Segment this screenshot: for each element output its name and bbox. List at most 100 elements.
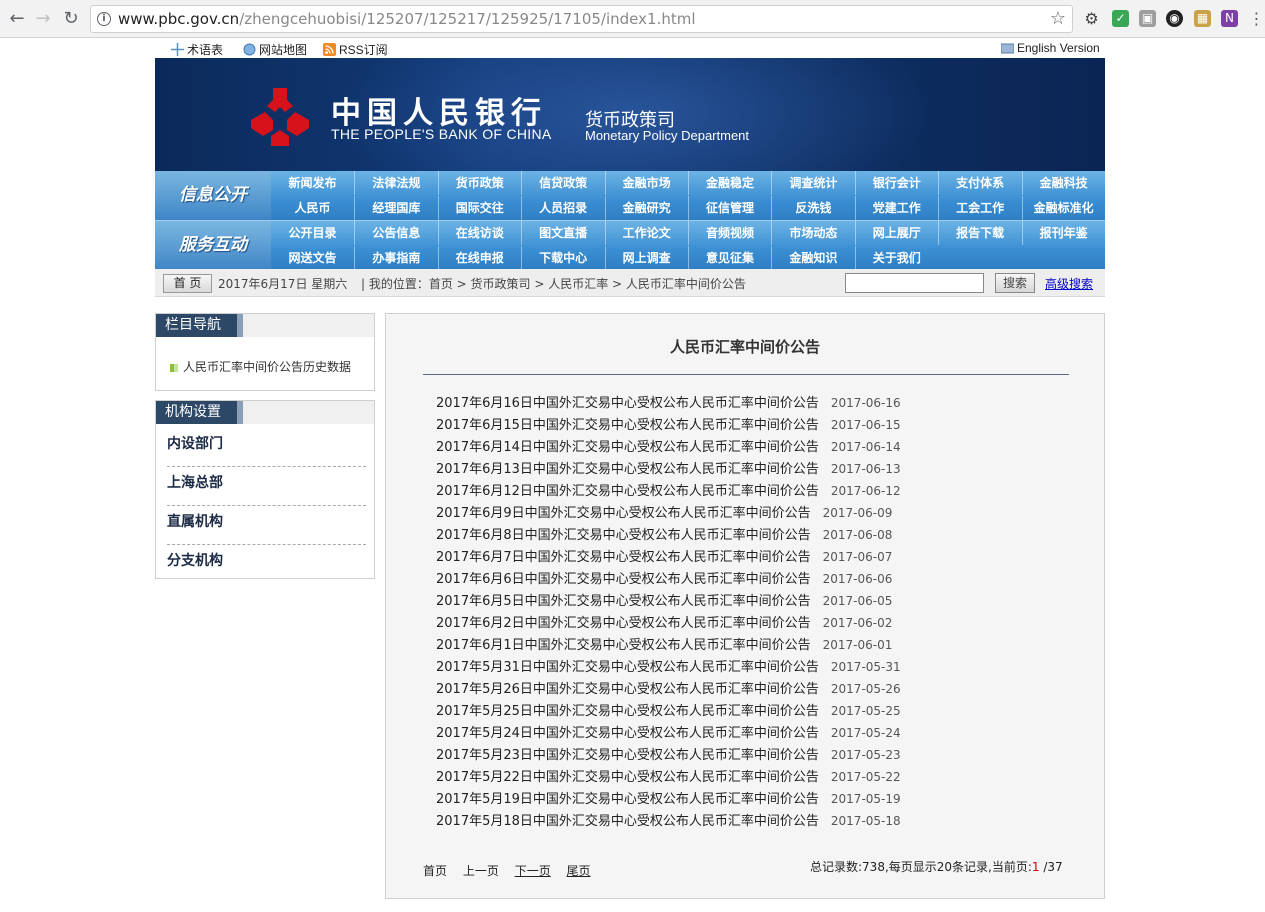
info-menu-item[interactable]: 金融市场: [604, 171, 688, 195]
announcement-row[interactable]: 2017年5月23日中国外汇交易中心受权公布人民币汇率中间价公告 2017-05-…: [436, 744, 901, 766]
announcement-row[interactable]: 2017年5月24日中国外汇交易中心受权公布人民币汇率中间价公告 2017-05-…: [436, 722, 901, 744]
info-menu-item[interactable]: 反洗钱: [771, 196, 854, 220]
announcement-title[interactable]: 2017年6月1日中国外汇交易中心受权公布人民币汇率中间价公告: [436, 638, 811, 653]
service-menu-item[interactable]: 公开目录: [271, 221, 354, 245]
menu-kebab-icon[interactable]: ⋮: [1248, 10, 1265, 27]
next-page-link[interactable]: 下一页: [515, 864, 551, 878]
announcement-row[interactable]: 2017年6月5日中国外汇交易中心受权公布人民币汇率中间价公告 2017-06-0…: [436, 590, 901, 612]
service-menu-item[interactable]: 市场动态: [771, 221, 854, 245]
info-menu-item[interactable]: 工会工作: [938, 196, 1021, 220]
info-menu-item[interactable]: 货币政策: [437, 171, 521, 195]
service-menu-item[interactable]: 意见征集: [688, 246, 771, 270]
announcement-title[interactable]: 2017年6月15日中国外汇交易中心受权公布人民币汇率中间价公告: [436, 418, 819, 433]
announcement-row[interactable]: 2017年6月6日中国外汇交易中心受权公布人民币汇率中间价公告 2017-06-0…: [436, 568, 901, 590]
service-menu-item[interactable]: 报刊年鉴: [1021, 221, 1105, 245]
announcement-row[interactable]: 2017年5月25日中国外汇交易中心受权公布人民币汇率中间价公告 2017-05-…: [436, 700, 901, 722]
announcement-title[interactable]: 2017年5月26日中国外汇交易中心受权公布人民币汇率中间价公告: [436, 682, 819, 697]
onenote-extension-icon[interactable]: N: [1221, 10, 1238, 27]
pbc-logo-icon[interactable]: [247, 86, 313, 148]
first-page-link[interactable]: 首页: [423, 864, 447, 878]
image-extension-icon[interactable]: ▦: [1194, 10, 1211, 27]
service-menu-item[interactable]: 工作论文: [604, 221, 688, 245]
service-menu-item[interactable]: 关于我们: [854, 246, 938, 270]
announcement-row[interactable]: 2017年6月16日中国外汇交易中心受权公布人民币汇率中间价公告 2017-06-…: [436, 392, 901, 414]
announcement-title[interactable]: 2017年6月9日中国外汇交易中心受权公布人民币汇率中间价公告: [436, 506, 811, 521]
announcement-row[interactable]: 2017年6月14日中国外汇交易中心受权公布人民币汇率中间价公告 2017-06-…: [436, 436, 901, 458]
announcement-row[interactable]: 2017年5月19日中国外汇交易中心受权公布人民币汇率中间价公告 2017-05-…: [436, 788, 901, 810]
announcement-title[interactable]: 2017年6月8日中国外汇交易中心受权公布人民币汇率中间价公告: [436, 528, 811, 543]
announcement-row[interactable]: 2017年6月8日中国外汇交易中心受权公布人民币汇率中间价公告 2017-06-0…: [436, 524, 901, 546]
info-menu-item[interactable]: 经理国库: [354, 196, 437, 220]
english-version-link[interactable]: English Version: [1001, 41, 1100, 55]
announcement-row[interactable]: 2017年6月12日中国外汇交易中心受权公布人民币汇率中间价公告 2017-06-…: [436, 480, 901, 502]
info-menu-item[interactable]: 法律法规: [354, 171, 437, 195]
camera-extension-icon[interactable]: ▣: [1139, 10, 1156, 27]
announcement-row[interactable]: 2017年5月18日中国外汇交易中心受权公布人民币汇率中间价公告 2017-05-…: [436, 810, 901, 832]
service-menu-item[interactable]: 网送文告: [271, 246, 354, 270]
announcement-row[interactable]: 2017年6月9日中国外汇交易中心受权公布人民币汇率中间价公告 2017-06-0…: [436, 502, 901, 524]
announcement-row[interactable]: 2017年5月26日中国外汇交易中心受权公布人民币汇率中间价公告 2017-05-…: [436, 678, 901, 700]
service-menu-item[interactable]: 在线访谈: [437, 221, 521, 245]
search-button[interactable]: 搜索: [995, 273, 1035, 293]
announcement-row[interactable]: 2017年6月7日中国外汇交易中心受权公布人民币汇率中间价公告 2017-06-0…: [436, 546, 901, 568]
info-menu-item[interactable]: 金融标准化: [1021, 196, 1105, 220]
service-menu-item[interactable]: 报告下载: [938, 221, 1021, 245]
announcement-title[interactable]: 2017年6月12日中国外汇交易中心受权公布人民币汇率中间价公告: [436, 484, 819, 499]
prev-page-link[interactable]: 上一页: [463, 864, 499, 878]
info-menu-item[interactable]: 新闻发布: [271, 171, 354, 195]
announcement-title[interactable]: 2017年6月7日中国外汇交易中心受权公布人民币汇率中间价公告: [436, 550, 811, 565]
announcement-title[interactable]: 2017年6月6日中国外汇交易中心受权公布人民币汇率中间价公告: [436, 572, 811, 587]
history-data-link[interactable]: 人民币汇率中间价公告历史数据: [170, 358, 351, 375]
announcement-row[interactable]: 2017年5月31日中国外汇交易中心受权公布人民币汇率中间价公告 2017-05-…: [436, 656, 901, 678]
org-item-internal[interactable]: 内设部门: [167, 431, 366, 467]
announcement-title[interactable]: 2017年6月14日中国外汇交易中心受权公布人民币汇率中间价公告: [436, 440, 819, 455]
announcement-title[interactable]: 2017年5月18日中国外汇交易中心受权公布人民币汇率中间价公告: [436, 814, 819, 829]
announcement-row[interactable]: 2017年6月15日中国外汇交易中心受权公布人民币汇率中间价公告 2017-06-…: [436, 414, 901, 436]
reload-icon[interactable]: ↻: [60, 8, 82, 30]
service-menu-item[interactable]: 网上调查: [604, 246, 688, 270]
shield-extension-icon[interactable]: ✓: [1112, 10, 1129, 27]
bookmark-star-icon[interactable]: ☆: [1050, 6, 1066, 32]
info-menu-item[interactable]: 国际交往: [437, 196, 521, 220]
service-menu-item[interactable]: 公告信息: [354, 221, 437, 245]
announcement-title[interactable]: 2017年5月25日中国外汇交易中心受权公布人民币汇率中间价公告: [436, 704, 819, 719]
rss-link[interactable]: RSS订阅: [323, 41, 388, 58]
back-icon[interactable]: ←: [6, 8, 28, 30]
info-menu-item[interactable]: 金融科技: [1021, 171, 1105, 195]
service-menu-item[interactable]: 下载中心: [521, 246, 604, 270]
home-button[interactable]: 首 页: [163, 274, 212, 293]
service-menu-item[interactable]: 办事指南: [354, 246, 437, 270]
last-page-link[interactable]: 尾页: [567, 864, 591, 878]
org-item-affiliated[interactable]: 直属机构: [167, 509, 366, 545]
org-item-branches[interactable]: 分支机构: [167, 548, 366, 584]
info-menu-item[interactable]: 人民币: [271, 196, 354, 220]
org-item-shanghai[interactable]: 上海总部: [167, 470, 366, 506]
info-menu-item[interactable]: 人员招录: [521, 196, 604, 220]
info-menu-item[interactable]: 金融稳定: [688, 171, 771, 195]
address-bar[interactable]: i www.pbc.gov.cn/zhengcehuobisi/125207/1…: [90, 5, 1073, 33]
info-icon[interactable]: i: [97, 12, 111, 26]
info-menu-item[interactable]: 银行会计: [854, 171, 938, 195]
info-menu-item[interactable]: 金融研究: [604, 196, 688, 220]
service-menu-item[interactable]: 音频视频: [688, 221, 771, 245]
announcement-title[interactable]: 2017年6月13日中国外汇交易中心受权公布人民币汇率中间价公告: [436, 462, 819, 477]
announcement-title[interactable]: 2017年6月16日中国外汇交易中心受权公布人民币汇率中间价公告: [436, 396, 819, 411]
announcement-row[interactable]: 2017年6月1日中国外汇交易中心受权公布人民币汇率中间价公告 2017-06-0…: [436, 634, 901, 656]
info-menu-item[interactable]: 征信管理: [688, 196, 771, 220]
announcement-row[interactable]: 2017年6月2日中国外汇交易中心受权公布人民币汇率中间价公告 2017-06-0…: [436, 612, 901, 634]
breadcrumb[interactable]: | 我的位置：首页 > 货币政策司 > 人民币汇率 > 人民币汇率中间价公告: [361, 275, 746, 292]
announcement-row[interactable]: 2017年6月13日中国外汇交易中心受权公布人民币汇率中间价公告 2017-06-…: [436, 458, 901, 480]
color-extension-icon[interactable]: ◉: [1166, 10, 1183, 27]
announcement-title[interactable]: 2017年5月24日中国外汇交易中心受权公布人民币汇率中间价公告: [436, 726, 819, 741]
sitemap-link[interactable]: 网站地图: [243, 41, 307, 58]
info-menu-item[interactable]: 党建工作: [854, 196, 938, 220]
settings-gear-icon[interactable]: ⚙: [1083, 10, 1100, 27]
advanced-search-link[interactable]: 高级搜索: [1045, 275, 1093, 292]
announcement-title[interactable]: 2017年6月5日中国外汇交易中心受权公布人民币汇率中间价公告: [436, 594, 811, 609]
announcement-title[interactable]: 2017年5月23日中国外汇交易中心受权公布人民币汇率中间价公告: [436, 748, 819, 763]
announcement-title[interactable]: 2017年5月22日中国外汇交易中心受权公布人民币汇率中间价公告: [436, 770, 819, 785]
announcement-title[interactable]: 2017年5月31日中国外汇交易中心受权公布人民币汇率中间价公告: [436, 660, 819, 675]
announcement-row[interactable]: 2017年5月22日中国外汇交易中心受权公布人民币汇率中间价公告 2017-05-…: [436, 766, 901, 788]
service-menu-item[interactable]: 图文直播: [521, 221, 604, 245]
glossary-link[interactable]: 术语表: [171, 41, 223, 58]
